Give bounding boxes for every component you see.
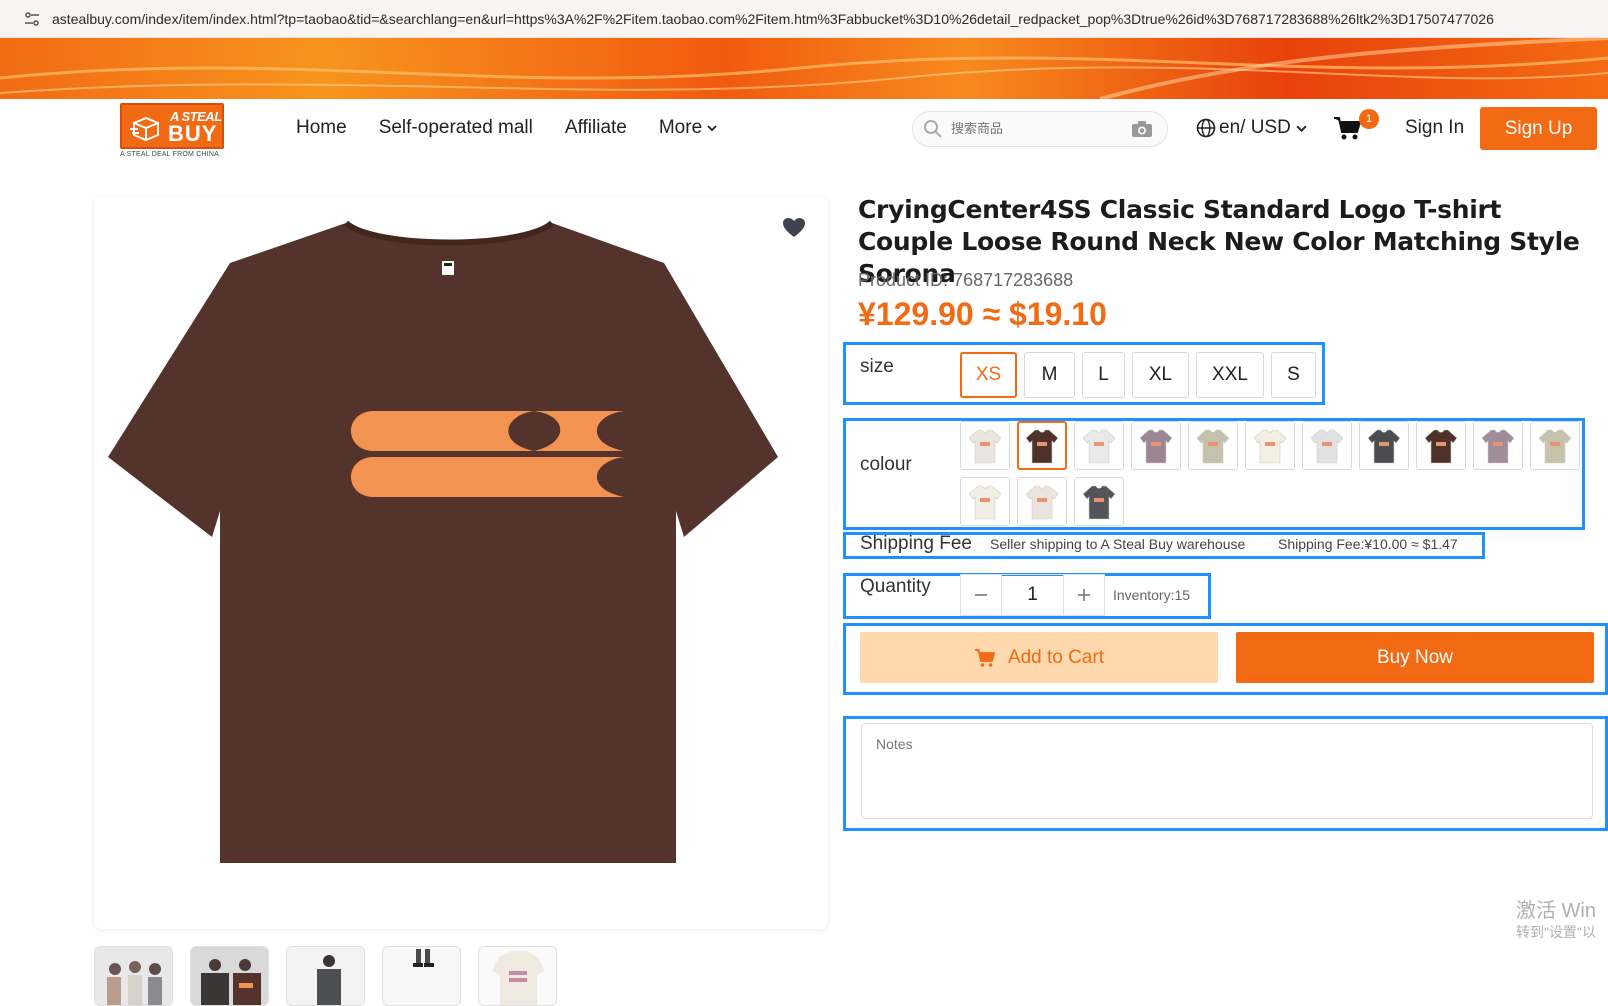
notes-textarea[interactable] <box>861 723 1593 819</box>
thumbnail-3[interactable] <box>286 946 365 1006</box>
site-header: A STEAL BUY A STEAL DEAL FROM CHINA Home… <box>0 99 1608 163</box>
main-nav: Home Self-operated mall Affiliate More <box>296 117 750 139</box>
colour-swatch[interactable] <box>1473 421 1523 470</box>
colour-swatch[interactable] <box>1131 421 1181 470</box>
colour-swatch[interactable] <box>1359 421 1409 470</box>
minus-icon <box>974 594 987 596</box>
product-main-image[interactable] <box>104 219 794 889</box>
quantity-decrease-button[interactable] <box>961 575 1001 615</box>
quantity-label: Quantity <box>860 576 931 597</box>
site-logo[interactable]: A STEAL BUY A STEAL DEAL FROM CHINA <box>120 103 228 161</box>
add-to-cart-label: Add to Cart <box>1007 646 1105 668</box>
sign-in-link[interactable]: Sign In <box>1405 117 1464 139</box>
camera-icon[interactable] <box>1131 120 1153 138</box>
plus-icon <box>1078 589 1091 601</box>
browser-address-bar: astealbuy.com/index/item/index.html?tp=t… <box>0 0 1608 38</box>
size-label: size <box>860 356 894 377</box>
logo-tagline: A STEAL DEAL FROM CHINA <box>120 151 219 158</box>
site-settings-icon[interactable] <box>22 9 42 29</box>
colour-swatch[interactable] <box>960 477 1010 526</box>
colour-swatches <box>960 421 1582 526</box>
product-price: ¥129.90 ≈ $19.10 <box>858 296 1107 332</box>
size-option-s[interactable]: S <box>1271 352 1316 398</box>
size-option-l[interactable]: L <box>1082 352 1125 398</box>
box-logo-icon <box>130 116 159 141</box>
top-banner <box>0 38 1608 99</box>
size-option-xs[interactable]: XS <box>960 352 1017 398</box>
colour-swatch[interactable] <box>1074 421 1124 470</box>
search-icon[interactable] <box>923 119 943 139</box>
size-option-xl[interactable]: XL <box>1132 352 1189 398</box>
quantity-stepper: 1 <box>960 574 1105 616</box>
colour-swatch[interactable] <box>1530 421 1580 470</box>
nav-home[interactable]: Home <box>296 117 347 139</box>
thumbnail-2[interactable] <box>190 946 269 1006</box>
chevron-down-icon <box>707 125 717 132</box>
shipping-fee-value: Shipping Fee:¥10.00 ≈ $1.47 <box>1278 536 1458 552</box>
inventory-count: Inventory:15 <box>1113 587 1191 603</box>
size-option-xxl[interactable]: XXL <box>1196 352 1264 398</box>
chevron-down-icon <box>1296 125 1307 132</box>
product-image-card <box>94 197 828 929</box>
buy-now-button[interactable]: Buy Now <box>1236 632 1594 683</box>
thumbnail-1[interactable] <box>94 946 173 1006</box>
size-option-m[interactable]: M <box>1024 352 1075 398</box>
colour-swatch[interactable] <box>1188 421 1238 470</box>
colour-swatch[interactable] <box>1416 421 1466 470</box>
language-currency-selector[interactable]: en/ USD <box>1196 117 1308 139</box>
logo-text-main: BUY <box>168 121 218 146</box>
product-id: Product ID: 768717283688 <box>858 270 1073 291</box>
nav-more[interactable]: More <box>659 117 718 139</box>
colour-swatch[interactable] <box>1302 421 1352 470</box>
product-id-value: 768717283688 <box>953 270 1074 290</box>
cart-icon <box>974 648 995 667</box>
product-id-label: Product ID: <box>858 270 949 290</box>
favorite-heart-icon[interactable] <box>782 217 806 239</box>
size-options: XS M L XL XXL S <box>960 352 1316 398</box>
nav-affiliate[interactable]: Affiliate <box>565 117 627 139</box>
address-bar-url[interactable]: astealbuy.com/index/item/index.html?tp=t… <box>52 11 1592 27</box>
product-thumbnails <box>94 946 557 1006</box>
os-activation-watermark: 激活 Win <box>1516 900 1596 922</box>
colour-swatch[interactable] <box>1245 421 1295 470</box>
cart-button[interactable]: 1 <box>1333 109 1379 143</box>
colour-swatch[interactable] <box>1017 477 1067 526</box>
nav-more-label: More <box>658 117 703 138</box>
shipping-label: Shipping Fee <box>860 533 972 554</box>
search-bar <box>912 111 1168 147</box>
search-input[interactable] <box>951 121 1127 137</box>
colour-swatch[interactable] <box>960 421 1010 470</box>
quantity-increase-button[interactable] <box>1064 575 1104 615</box>
os-activation-hint: 转到"设置"以 <box>1516 924 1596 940</box>
language-currency-label: en/ USD <box>1219 117 1291 138</box>
colour-swatch[interactable] <box>1017 421 1067 470</box>
colour-label: colour <box>860 454 912 475</box>
colour-swatch[interactable] <box>1074 477 1124 526</box>
nav-self-operated-mall[interactable]: Self-operated mall <box>379 117 533 139</box>
thumbnail-5[interactable] <box>478 946 557 1006</box>
globe-icon <box>1196 118 1216 138</box>
shipping-method-text: Seller shipping to A Steal Buy warehouse <box>990 536 1246 552</box>
sign-up-button[interactable]: Sign Up <box>1480 107 1597 150</box>
cart-count-badge: 1 <box>1359 109 1379 129</box>
thumbnail-4[interactable] <box>382 946 461 1006</box>
add-to-cart-button[interactable]: Add to Cart <box>860 632 1218 683</box>
quantity-input[interactable]: 1 <box>1000 575 1065 615</box>
